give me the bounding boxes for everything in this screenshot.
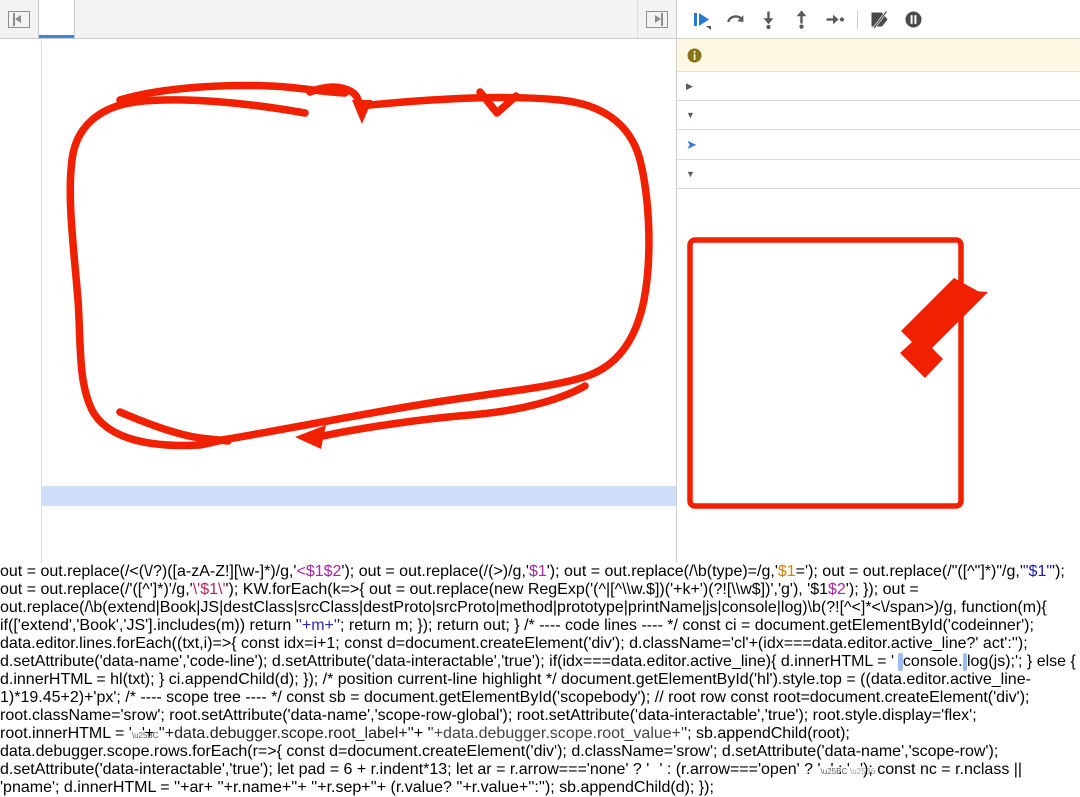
panel-expand-right-icon (646, 10, 668, 28)
code-area[interactable] (42, 39, 676, 563)
call-stack-row[interactable]: ➤ (677, 130, 1080, 160)
line-number-gutter[interactable] (0, 39, 42, 563)
step-over-next-function-call-button[interactable] (719, 4, 752, 34)
step-out-of-current-function-button[interactable] (785, 4, 818, 34)
debugger-pane: ▶ ▼ ➤ ▼ (677, 0, 1080, 563)
toolbar-separator (857, 9, 858, 29)
chevron-down-icon: ▼ (686, 110, 695, 120)
section-call-stack[interactable]: ▼ (677, 101, 1080, 130)
deactivate-breakpoints-icon (871, 10, 888, 29)
pause-on-exceptions-icon (905, 11, 922, 27)
pause-on-exceptions-button[interactable] (897, 4, 930, 34)
code-editor[interactable] (0, 39, 676, 563)
deactivate-breakpoints-button[interactable] (864, 4, 897, 34)
sources-pane (0, 0, 677, 563)
scope-root-value: '+data.debugger.scope.root_value+' (430, 725, 685, 742)
tab-bar-spacer (75, 0, 637, 38)
scope-tree[interactable] (677, 189, 1080, 191)
scope-root-label: '+data.debugger.scope.root_label+' (161, 725, 411, 742)
scope-property-name: '+r.name+' (220, 779, 295, 796)
current-frame-icon: ➤ (686, 136, 697, 152)
tab-main-html[interactable] (38, 0, 75, 38)
section-scope[interactable]: ▼ (677, 160, 1080, 189)
step-into-icon (763, 11, 774, 29)
panel-collapse-left-button[interactable] (0, 0, 38, 38)
breakpoint-marker (898, 653, 903, 671)
paused-status-bar (677, 39, 1080, 72)
editor-tab-bar (0, 0, 676, 39)
step-icon (826, 14, 845, 24)
panel-expand-right-button[interactable] (637, 0, 676, 38)
debugger-toolbar (677, 0, 1080, 39)
chevron-down-icon: ▼ (686, 169, 695, 179)
chevron-right-icon: ▶ (686, 80, 693, 91)
scope-property-value: '+r.value+' (459, 779, 532, 796)
current-line-highlight (42, 486, 676, 506)
step-out-icon (796, 9, 807, 29)
scope-separator: '+r.sep+' (314, 779, 374, 796)
resume-script-execution-button[interactable] (686, 4, 719, 34)
chevron-down-icon[interactable]: \u25BC (821, 767, 848, 776)
step-over-icon (727, 14, 744, 22)
step-button[interactable] (818, 4, 851, 34)
devtools-window: ▶ ▼ ➤ ▼ (0, 0, 1080, 563)
resume-icon (694, 12, 711, 30)
step-into-next-function-call-button[interactable] (752, 4, 785, 34)
panel-collapse-left-icon (8, 10, 30, 28)
section-watch[interactable]: ▶ (677, 72, 1080, 101)
chevron-down-icon: \u25BC (131, 731, 159, 740)
chevron-right-icon[interactable]: \u25B6 (850, 767, 875, 776)
breakpoint-marker (962, 653, 967, 671)
info-icon (687, 48, 702, 62)
